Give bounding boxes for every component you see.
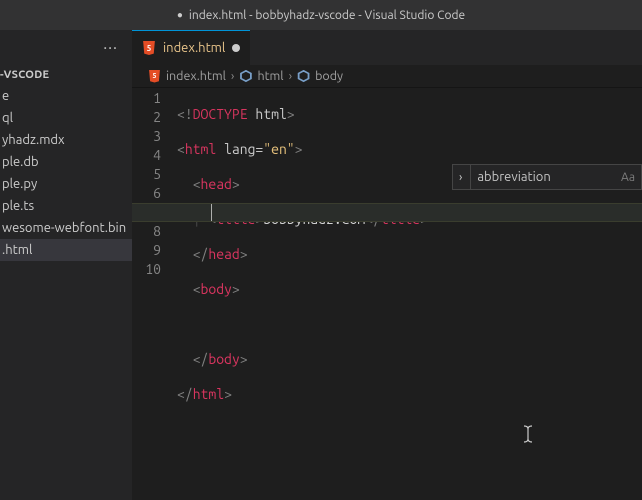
- explorer-sidebar: ··· -VSCODE e ql yhadz.mdx ple.db ple.py…: [0, 30, 132, 500]
- chevron-right-icon[interactable]: ›: [453, 171, 468, 184]
- tab-label: index.html: [163, 41, 225, 55]
- ellipsis-icon: ···: [103, 39, 118, 57]
- suggestion-hint: Aa: [621, 171, 641, 184]
- file-item[interactable]: e: [0, 85, 132, 107]
- code-content[interactable]: <!DOCTYPE html> <html lang="en"> <head> …: [177, 87, 428, 500]
- file-item[interactable]: .html: [0, 239, 132, 261]
- window-title: index.html - bobbyhadz-vscode - Visual S…: [189, 9, 465, 22]
- file-item[interactable]: ql: [0, 107, 132, 129]
- chevron-right-icon: ›: [231, 69, 235, 83]
- dirty-dot-icon: [232, 44, 240, 52]
- file-item[interactable]: ple.ts: [0, 195, 132, 217]
- tab-index-html[interactable]: 5 index.html: [132, 30, 250, 65]
- breadcrumb-segment[interactable]: html: [257, 69, 283, 83]
- file-item[interactable]: ple.db: [0, 151, 132, 173]
- sidebar-menu-button[interactable]: ···: [0, 30, 132, 65]
- file-item[interactable]: wesome-webfont.bin: [0, 217, 132, 239]
- window-titlebar: ● index.html - bobbyhadz-vscode - Visual…: [0, 0, 642, 30]
- file-item[interactable]: yhadz.mdx: [0, 129, 132, 151]
- line-number-gutter: 1 2 3 4 5 6 7 8 9 10: [132, 87, 177, 500]
- breadcrumb-segment[interactable]: body: [315, 69, 343, 83]
- symbol-tag-icon: [297, 70, 310, 83]
- editor-area: 5 index.html 5 index.html › html › body …: [132, 30, 642, 500]
- symbol-tag-icon: [239, 70, 252, 83]
- breadcrumb[interactable]: 5 index.html › html › body: [132, 65, 642, 87]
- html-file-icon: 5: [142, 41, 156, 55]
- chevron-right-icon: ›: [289, 69, 293, 83]
- tab-bar: 5 index.html: [132, 30, 642, 65]
- code-editor[interactable]: 1 2 3 4 5 6 7 8 9 10 <!DOCTYPE html> <ht…: [132, 87, 642, 500]
- file-list: e ql yhadz.mdx ple.db ple.py ple.ts weso…: [0, 85, 132, 261]
- suggestion-label[interactable]: abbreviation: [473, 170, 621, 184]
- suggestion-widget[interactable]: › abbreviation Aa: [452, 164, 642, 190]
- explorer-folder-header[interactable]: -VSCODE: [0, 65, 132, 85]
- dirty-indicator-icon: ●: [177, 9, 183, 21]
- file-item[interactable]: ple.py: [0, 173, 132, 195]
- html-file-icon: 5: [148, 70, 161, 83]
- breadcrumb-file[interactable]: index.html: [166, 69, 226, 83]
